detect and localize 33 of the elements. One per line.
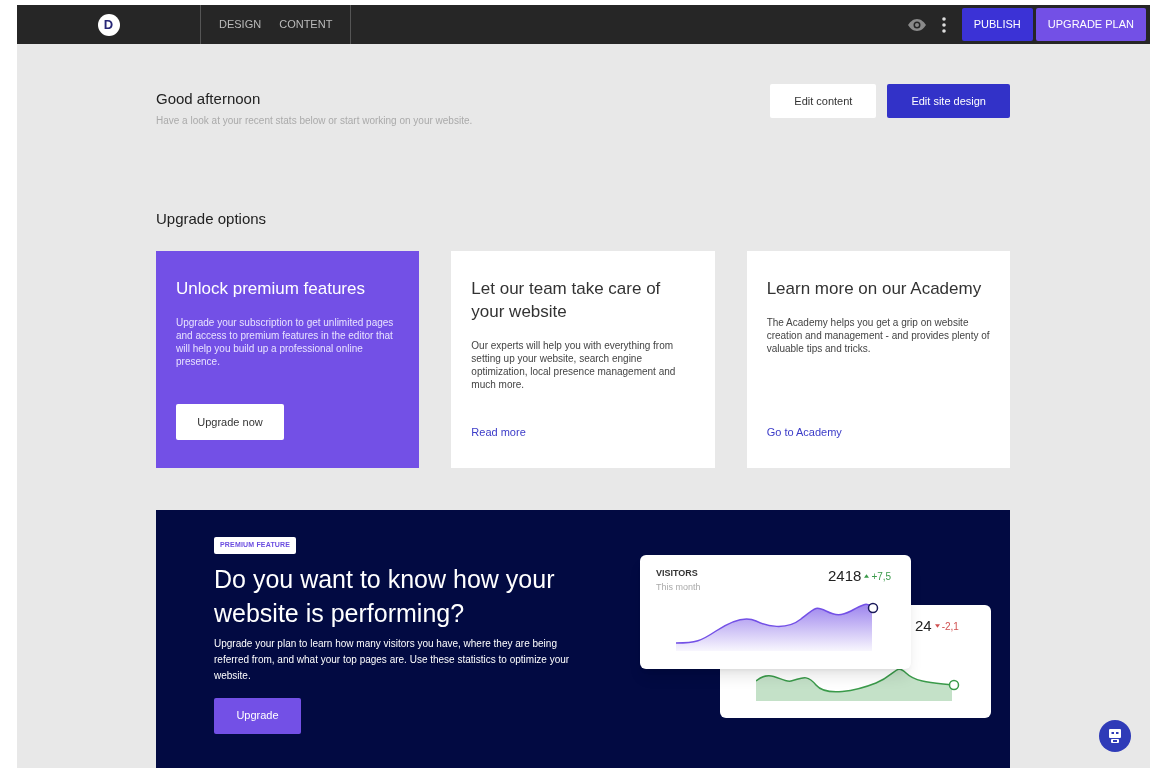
banner-text: Upgrade your plan to learn how many visitors you have, where they are being referred from, and what your top pages are. Use these statistics to optimize your website.	[214, 636, 571, 683]
card-link[interactable]: Go to Academy	[766, 423, 990, 440]
card-title: Learn more on our Academy	[766, 278, 983, 300]
card-text: Our experts will help you with everything from setting up your website, search engine optimization, local presence management and much more.	[471, 339, 677, 391]
stat-change: +7,5	[871, 569, 892, 584]
nav-tab[interactable]: DESIGN	[219, 16, 262, 33]
card-text: Upgrade your subscription to get unlimited pages and access to premium features in the editor that will help you build up a professional online presence.	[176, 316, 395, 368]
trend-icon	[934, 624, 940, 629]
logo[interactable]: D	[97, 13, 120, 36]
action-button[interactable]: Edit site design	[887, 84, 1010, 118]
stat-change: -2,1	[941, 619, 959, 634]
nav-tab[interactable]: CONTENT	[279, 16, 333, 33]
card-text: The Academy helps you get a grip on website creation and management - and provides plenty of valuable tips and tricks.	[766, 316, 990, 355]
stat-sublabel: This month	[656, 580, 701, 594]
stat-value: 24	[915, 616, 932, 636]
upgrade-plan-button[interactable]: UPGRADE PLAN	[1035, 8, 1146, 41]
stat-label: VISITORS	[656, 567, 699, 580]
action-button[interactable]: Edit content	[770, 84, 877, 118]
stat-value: 2418	[828, 566, 862, 586]
upgrade-button[interactable]: Upgrade	[214, 697, 301, 734]
card-title: Let our team take care of your website	[471, 278, 662, 323]
card-title: Unlock premium features	[176, 278, 366, 300]
more-icon[interactable]	[941, 16, 946, 33]
upgrade-now-button[interactable]: Upgrade now	[176, 404, 284, 440]
robot-icon	[1108, 728, 1122, 744]
publish-button[interactable]: PUBLISH	[961, 8, 1033, 41]
card-link[interactable]: Read more	[471, 423, 695, 440]
banner-title: Do you want to know how your website is performing?	[214, 563, 556, 629]
trend-icon	[864, 574, 870, 579]
eye-icon[interactable]	[907, 18, 926, 31]
section-title: Upgrade options	[156, 208, 268, 229]
greeting-title: Good afternoon	[156, 89, 262, 109]
robot-button[interactable]	[1099, 720, 1131, 752]
